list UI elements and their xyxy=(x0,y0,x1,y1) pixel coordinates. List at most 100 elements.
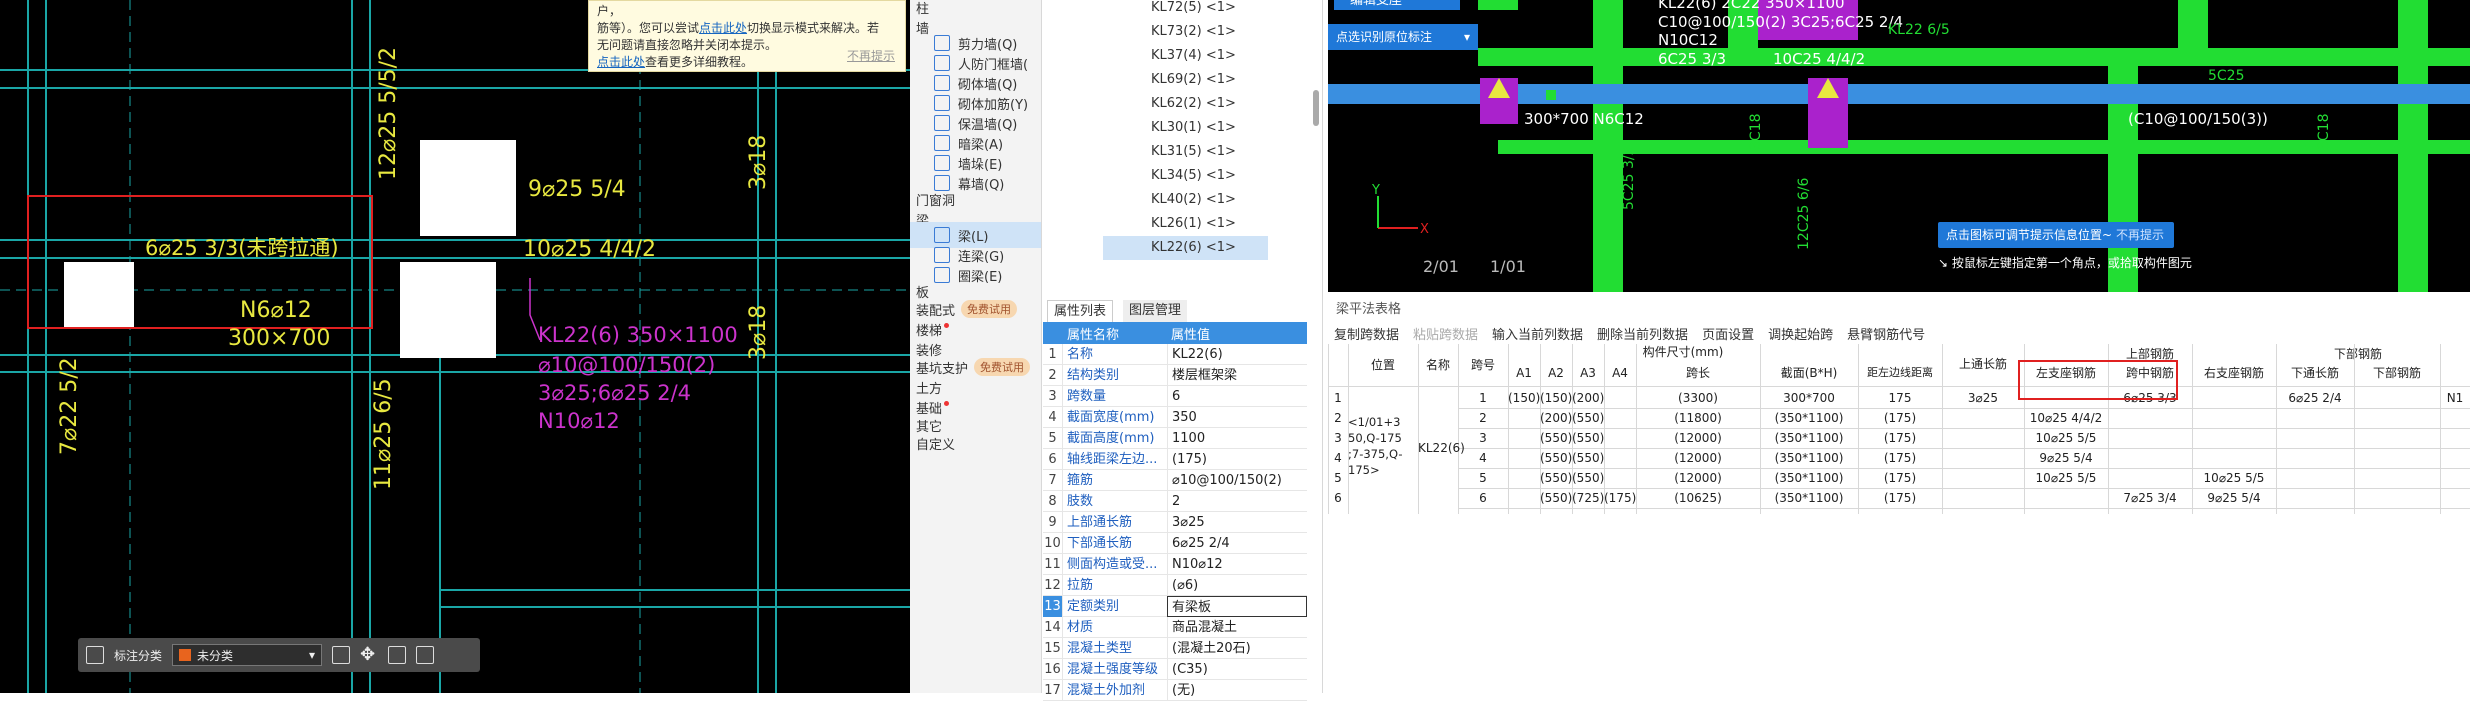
hint-bar[interactable]: 点击图标可调节提示信息位置~ 不再提示 xyxy=(1938,222,2174,248)
property-row[interactable]: 10 下部通长筋 6⌀25 2/4 xyxy=(1043,533,1307,554)
tip-dismiss-link[interactable]: 不再提示 xyxy=(847,48,895,65)
component-list-item[interactable]: KL40(2) <1> xyxy=(1103,188,1268,212)
property-value[interactable]: (混凝土20石) xyxy=(1167,638,1307,659)
property-row[interactable]: 1 名称 KL22(6) xyxy=(1043,344,1307,365)
cell-a2: (550) xyxy=(1540,431,1573,445)
property-row[interactable]: 3 跨数量 6 xyxy=(1043,386,1307,407)
property-value[interactable]: (C35) xyxy=(1167,659,1307,680)
cell-left-support: 10⌀25 5/5 xyxy=(2035,471,2097,485)
component-list-item[interactable]: KL26(1) <1> xyxy=(1103,212,1268,236)
property-value[interactable]: 商品混凝土 xyxy=(1167,617,1307,638)
property-row[interactable]: 6 轴线距梁左边... (175) xyxy=(1043,449,1307,470)
component-list-item[interactable]: KL34(5) <1> xyxy=(1103,164,1268,188)
cell-section: (350*1100) xyxy=(1774,431,1844,445)
table-tool-button[interactable]: 输入当前列数据 xyxy=(1492,324,1583,343)
left-cad-canvas[interactable]: 12⌀25 5/5/2 6⌀25 3/3(未跨拉通) 9⌀25 5/4 10⌀2… xyxy=(0,0,910,693)
property-row[interactable]: 14 材质 商品混凝土 xyxy=(1043,617,1307,638)
cell-offset: (175) xyxy=(1883,471,1917,485)
component-list-item[interactable]: KL62(2) <1> xyxy=(1103,92,1268,116)
component-icon xyxy=(934,155,950,171)
property-value[interactable]: 3⌀25 xyxy=(1167,512,1307,533)
right-cad-canvas[interactable]: KL22(6) 2C22 350×1100 C10@100/150(2) 3C2… xyxy=(1328,0,2470,292)
property-row[interactable]: 8 肢数 2 xyxy=(1043,491,1307,512)
property-row[interactable]: 17 混凝土外加剂 (无) xyxy=(1043,680,1307,701)
tip-link[interactable]: 点击此处 xyxy=(699,21,747,35)
component-icon xyxy=(934,55,950,71)
property-value[interactable]: 有梁板 xyxy=(1167,596,1307,617)
table-tool-button[interactable]: 粘贴跨数据 xyxy=(1413,324,1478,343)
header-length: 跨长 xyxy=(1685,366,1710,380)
property-value[interactable]: KL22(6) xyxy=(1167,344,1307,365)
cell-section: (350*1100) xyxy=(1774,451,1844,465)
tip-link[interactable]: 点击此处 xyxy=(597,55,645,69)
cell-n: N1 xyxy=(2446,391,2464,405)
property-value[interactable]: N10⌀12 xyxy=(1167,554,1307,575)
grid-icon[interactable] xyxy=(86,646,104,664)
header-a4: A4 xyxy=(1612,366,1628,380)
property-row[interactable]: 5 截面高度(mm) 1100 xyxy=(1043,428,1307,449)
property-value[interactable]: (175) xyxy=(1167,449,1307,470)
property-row[interactable]: 2 结构类别 楼层框架梁 xyxy=(1043,365,1307,386)
span-number: 3 xyxy=(1479,431,1487,445)
property-name: 截面宽度(mm) xyxy=(1067,410,1155,425)
table-tool-button[interactable]: 删除当前列数据 xyxy=(1597,324,1688,343)
component-list-item[interactable]: KL30(1) <1> xyxy=(1103,116,1268,140)
property-row[interactable]: 11 侧面构造或受... N10⌀12 xyxy=(1043,554,1307,575)
component-list-item[interactable]: KL31(5) <1> xyxy=(1103,140,1268,164)
property-row[interactable]: 15 混凝土类型 (混凝土20石) xyxy=(1043,638,1307,659)
hint-dismiss[interactable]: 不再提示 xyxy=(2116,222,2164,248)
property-value[interactable]: (⌀6) xyxy=(1167,575,1307,596)
property-row[interactable]: 9 上部通长筋 3⌀25 xyxy=(1043,512,1307,533)
hint-text: 点击图标可调节提示信息位置~ xyxy=(1946,228,2113,242)
cell-bottom-long xyxy=(2276,468,2354,488)
table-tool-button[interactable]: 悬臂钢筋代号 xyxy=(1847,324,1925,343)
property-value[interactable]: 350 xyxy=(1167,407,1307,428)
tip-text: 切换显示模式来解决。若 xyxy=(747,21,880,35)
identify-annotation-button[interactable]: 点选识别原位标注 ▾ xyxy=(1328,24,1478,50)
cell-left-support: 9⌀25 5/4 xyxy=(2039,451,2093,465)
component-list-item[interactable]: KL22(6) <1> xyxy=(1103,236,1268,260)
component-list-item[interactable]: KL73(2) <1> xyxy=(1103,20,1268,44)
table-tool-button[interactable]: 复制跨数据 xyxy=(1334,324,1399,343)
copy-icon[interactable] xyxy=(388,646,407,664)
cell-a4 xyxy=(1604,428,1636,448)
property-value[interactable]: 6 xyxy=(1167,386,1307,407)
component-list-item[interactable]: KL69(2) <1> xyxy=(1103,68,1268,92)
cad-label: 3C18 xyxy=(1748,114,1764,151)
nav-item-23[interactable]: 自定义 xyxy=(910,430,1041,456)
property-row[interactable]: 16 混凝土强度等级 (C35) xyxy=(1043,659,1307,680)
cell-section: (350*1100) xyxy=(1774,471,1844,485)
row-number: 15 xyxy=(1043,638,1063,659)
scrollbar-thumb[interactable] xyxy=(1313,90,1319,126)
property-value[interactable]: 1100 xyxy=(1167,428,1307,449)
left-cad-drawing: 12⌀25 5/5/2 6⌀25 3/3(未跨拉通) 9⌀25 5/4 10⌀2… xyxy=(0,0,910,693)
property-value[interactable]: (无) xyxy=(1167,680,1307,701)
component-list-item[interactable]: KL72(5) <1> xyxy=(1103,0,1268,20)
property-row[interactable]: 12 拉筋 (⌀6) xyxy=(1043,575,1307,596)
edit-icon[interactable] xyxy=(332,646,351,664)
cell-a3: (550) xyxy=(1572,411,1605,425)
table-tool-button[interactable]: 调换起始跨 xyxy=(1768,324,1833,343)
property-row[interactable]: 13 定额类别 有梁板 xyxy=(1043,596,1307,617)
row-number: 10 xyxy=(1043,533,1063,554)
category-select[interactable]: 未分类 ▾ xyxy=(172,644,323,666)
property-value[interactable]: 2 xyxy=(1167,491,1307,512)
property-row[interactable]: 4 截面宽度(mm) 350 xyxy=(1043,407,1307,428)
tab-layer-manage[interactable]: 图层管理 xyxy=(1123,300,1188,322)
cell-a1 xyxy=(1508,428,1540,448)
move-icon[interactable]: ✥ xyxy=(360,646,378,664)
component-list-item[interactable]: KL37(4) <1> xyxy=(1103,44,1268,68)
paste-icon[interactable] xyxy=(416,646,435,664)
tab-property-list[interactable]: 属性列表 xyxy=(1047,300,1114,322)
header-bottom-bars: 下部钢筋 xyxy=(2333,347,2382,361)
property-row[interactable]: 7 箍筋 ⌀10@100/150(2) xyxy=(1043,470,1307,491)
table-tool-button[interactable]: 页面设置 xyxy=(1702,324,1754,343)
property-value[interactable]: ⌀10@100/150(2) xyxy=(1167,470,1307,491)
property-value[interactable]: 楼层框架梁 xyxy=(1167,365,1307,386)
cell-length: (3300) xyxy=(1678,391,1718,405)
cell-position: <1/01+3 50,Q-175 ;7-375,Q- 175> xyxy=(1348,415,1403,477)
property-value[interactable]: 6⌀25 2/4 xyxy=(1167,533,1307,554)
edit-support-button[interactable]: 编辑支座 xyxy=(1334,0,1460,10)
table-toolbar: 复制跨数据 粘贴跨数据 输入当前列数据 删除当前列数据 页面设置 调换起始跨 悬臂钢筋代号 xyxy=(1334,324,1925,343)
row-number: 12 xyxy=(1043,575,1063,596)
